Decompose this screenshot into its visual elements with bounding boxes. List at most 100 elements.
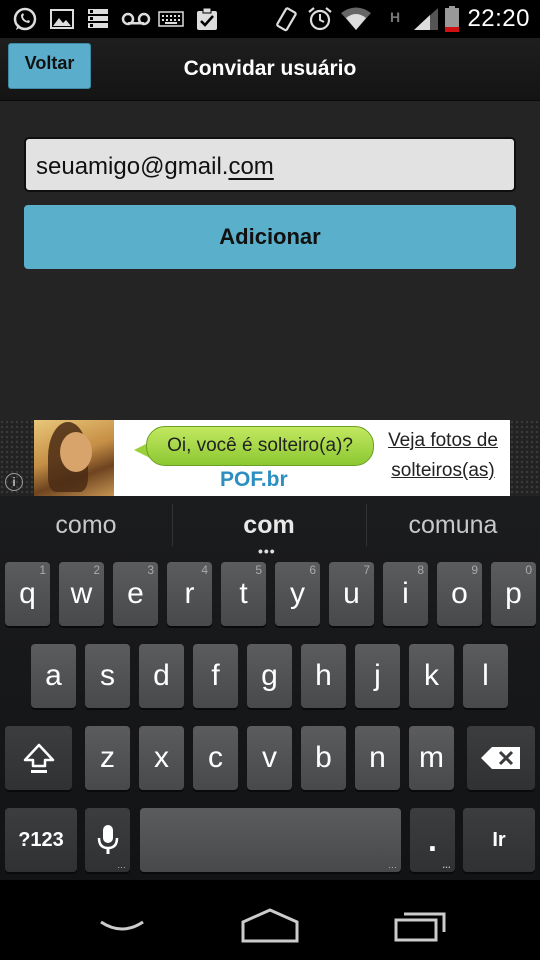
key-n[interactable]: n [355, 726, 400, 790]
key-h[interactable]: h [301, 644, 346, 708]
key-g[interactable]: g [247, 644, 292, 708]
voicemail-icon [120, 6, 152, 32]
key-hint: 9 [471, 563, 478, 577]
key-s[interactable]: s [85, 644, 130, 708]
key-label: w [70, 577, 93, 610]
key-label: n [369, 741, 386, 774]
symbols-key[interactable]: ?123 [5, 808, 77, 872]
shift-key[interactable] [5, 726, 72, 790]
storage-icon [86, 6, 110, 32]
page-title: Convidar usuário [183, 57, 357, 80]
key-label: t [239, 577, 248, 610]
key-l[interactable]: l [463, 644, 508, 708]
voice-input-key[interactable]: … [85, 808, 130, 872]
key-d[interactable]: d [139, 644, 184, 708]
key-i[interactable]: i8 [383, 562, 428, 626]
key-a[interactable]: a [31, 644, 76, 708]
ad-strip: Oi, você é solteiro(a)? POF.br Veja foto… [0, 420, 540, 496]
key-label: h [315, 659, 332, 692]
key-label: f [211, 659, 220, 692]
network-type-label: H [390, 9, 401, 25]
backspace-icon [481, 747, 520, 769]
suggestion-3[interactable]: comuna [366, 496, 540, 554]
key-e[interactable]: e3 [113, 562, 158, 626]
key-label: i [402, 577, 409, 610]
key-label: e [127, 577, 144, 610]
backspace-key[interactable] [467, 726, 535, 790]
key-y[interactable]: y6 [275, 562, 320, 626]
key-k[interactable]: k [409, 644, 454, 708]
key-x[interactable]: x [139, 726, 184, 790]
period-label: . [428, 821, 437, 858]
period-key[interactable]: . … [410, 808, 455, 872]
key-b[interactable]: b [301, 726, 346, 790]
key-hint: 6 [309, 563, 316, 577]
status-bar: H 22:20 [0, 0, 540, 38]
key-hint: 3 [147, 563, 154, 577]
invite-form: seuamigo@gmail.com Adicionar [0, 101, 540, 420]
key-u[interactable]: u7 [329, 562, 374, 626]
key-label: u [343, 577, 360, 610]
key-hint: 5 [255, 563, 262, 577]
key-v[interactable]: v [247, 726, 292, 790]
vibrate-icon [272, 6, 300, 32]
email-value-composing: com [228, 153, 274, 180]
key-hint: 7 [363, 563, 370, 577]
key-z[interactable]: z [85, 726, 130, 790]
alarm-icon [306, 6, 334, 32]
key-j[interactable]: j [355, 644, 400, 708]
key-m[interactable]: m [409, 726, 454, 790]
key-hint: 2 [93, 563, 100, 577]
key-label: r [184, 577, 195, 610]
add-button[interactable]: Adicionar [24, 205, 516, 269]
key-label: y [290, 577, 305, 610]
clock-time: 22:20 [467, 5, 530, 32]
ad-cta: Veja fotos de solteiros(as) [380, 426, 506, 486]
key-label: l [482, 659, 489, 692]
action-bar: Voltar Convidar usuário [0, 38, 540, 101]
ad-info-icon[interactable]: i [5, 473, 23, 491]
clipboard-icon [194, 6, 220, 32]
more-suggestions-icon[interactable]: ••• [258, 543, 276, 559]
wifi-icon [340, 6, 372, 32]
key-label: j [374, 659, 381, 692]
ad-banner[interactable]: Oi, você é solteiro(a)? POF.br Veja foto… [34, 420, 510, 496]
go-key[interactable]: Ir [463, 808, 535, 872]
key-label: o [451, 577, 468, 610]
microphone-icon [97, 825, 118, 854]
signal-icon [412, 6, 440, 32]
key-label: m [419, 741, 444, 774]
whatsapp-icon [12, 6, 38, 32]
key-label: g [261, 659, 278, 692]
key-label: b [315, 741, 332, 774]
key-f[interactable]: f [193, 644, 238, 708]
keyboard-icon [158, 6, 184, 32]
key-label: s [100, 659, 115, 692]
key-hint: 8 [417, 563, 424, 577]
suggestion-1[interactable]: como [0, 496, 172, 554]
key-hint: 1 [39, 563, 46, 577]
email-input[interactable]: seuamigo@gmail.com [24, 137, 516, 192]
key-label: z [100, 741, 115, 774]
email-value-prefix: seuamigo@gmail. [36, 153, 229, 180]
key-o[interactable]: o9 [437, 562, 482, 626]
ad-brand: POF.br [220, 468, 288, 491]
space-key[interactable]: … [140, 808, 401, 872]
battery-icon [444, 6, 460, 32]
key-label: p [505, 577, 522, 610]
back-nav-icon[interactable] [98, 918, 146, 945]
key-q[interactable]: q1 [5, 562, 50, 626]
key-p[interactable]: p0 [491, 562, 536, 626]
key-w[interactable]: w2 [59, 562, 104, 626]
key-label: d [153, 659, 170, 692]
key-r[interactable]: r4 [167, 562, 212, 626]
ad-photo [34, 420, 114, 496]
ad-bubble-text: Oi, você é solteiro(a)? [146, 426, 374, 466]
key-label: q [19, 577, 36, 610]
recent-apps-icon[interactable] [394, 910, 448, 947]
key-hint: 4 [201, 563, 208, 577]
ad-cta-line2: solteiros(as) [391, 460, 495, 481]
key-c[interactable]: c [193, 726, 238, 790]
key-t[interactable]: t5 [221, 562, 266, 626]
home-nav-icon[interactable] [240, 908, 300, 949]
